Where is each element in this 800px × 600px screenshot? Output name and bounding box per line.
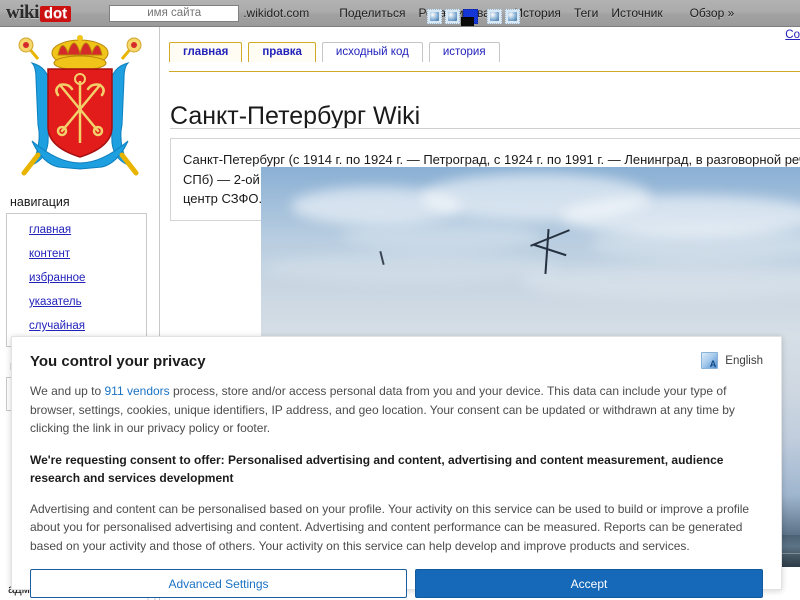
topnav-tags[interactable]: Теги bbox=[574, 6, 598, 20]
top-navigation: Поделиться Редактировать История Теги Ис… bbox=[339, 6, 735, 26]
tab-history[interactable]: история bbox=[428, 42, 500, 62]
sidebar-item-content[interactable]: контент bbox=[29, 244, 146, 262]
consent-actions: Advanced Settings Accept bbox=[30, 569, 763, 598]
sidebar-item-featured[interactable]: избранное bbox=[29, 268, 146, 286]
browser-viewport: wikidot .wikidot.com Поделиться Редактир… bbox=[0, 0, 800, 600]
wikidot-top-bar: wikidot .wikidot.com Поделиться Редактир… bbox=[0, 0, 800, 27]
translate-icon bbox=[701, 352, 719, 369]
consent-title: You control your privacy bbox=[30, 353, 206, 370]
broken-image-icon-1 bbox=[427, 9, 443, 24]
site-name-input[interactable] bbox=[109, 4, 240, 22]
topnav-explore[interactable]: Обзор » bbox=[690, 6, 735, 20]
domain-suffix-label: .wikidot.com bbox=[243, 6, 310, 20]
sidebar-link-featured[interactable]: избранное bbox=[29, 272, 85, 284]
privacy-consent-dialog: You control your privacy English We and … bbox=[11, 336, 782, 598]
vendors-link[interactable]: 911 vendors bbox=[105, 384, 170, 398]
tabs-underline bbox=[169, 71, 800, 72]
topnav-source[interactable]: Источник bbox=[611, 6, 662, 20]
broken-image-icon-6 bbox=[505, 9, 521, 24]
accept-button[interactable]: Accept bbox=[415, 569, 763, 598]
sidebar-link-content[interactable]: контент bbox=[29, 248, 70, 260]
consent-p1-pre: We and up to bbox=[30, 384, 105, 398]
sidebar-item-main[interactable]: главная bbox=[29, 220, 146, 238]
tab-source[interactable]: исходный код bbox=[321, 42, 423, 62]
language-selector[interactable]: English bbox=[701, 352, 763, 369]
consent-paragraph-1: We and up to 911 vendors process, store … bbox=[30, 382, 763, 438]
mast-arm-lower bbox=[533, 243, 567, 257]
coat-of-arms-image bbox=[18, 35, 141, 176]
broken-image-icon-5 bbox=[487, 9, 503, 24]
logo-wiki-text: wiki bbox=[6, 2, 39, 23]
sidebar-item-index[interactable]: указатель bbox=[29, 292, 146, 310]
page-tabs: главная правка исходный код история bbox=[169, 42, 500, 62]
topnav-share[interactable]: Поделиться bbox=[339, 6, 405, 20]
title-divider bbox=[170, 128, 800, 129]
tab-edit[interactable]: правка bbox=[248, 42, 316, 62]
sidebar-item-random[interactable]: случайная bbox=[29, 316, 146, 334]
sidebar-link-random[interactable]: случайная bbox=[29, 320, 85, 332]
consent-paragraph-2: We're requesting consent to offer: Perso… bbox=[30, 452, 724, 486]
wikidot-logo[interactable]: wiki dot bbox=[6, 2, 72, 24]
consent-header: You control your privacy English bbox=[30, 351, 763, 370]
logo-dot-badge: dot bbox=[39, 6, 72, 22]
advanced-settings-button[interactable]: Advanced Settings bbox=[30, 569, 407, 598]
consent-paragraph-3: Advertising and content can be personali… bbox=[30, 501, 750, 553]
language-label: English bbox=[725, 354, 763, 367]
sidebar-link-index[interactable]: указатель bbox=[29, 296, 82, 308]
page-title: Санкт-Петербург Wiki bbox=[170, 101, 421, 130]
sidebar-link-main[interactable]: главная bbox=[29, 224, 71, 236]
broken-image-icon-4 bbox=[461, 17, 475, 26]
sidebar-nav-heading: навигация bbox=[10, 195, 70, 209]
sidebar-nav-box: главная контент избранное указатель случ… bbox=[6, 213, 147, 347]
account-link[interactable]: Со bbox=[785, 29, 800, 41]
topnav-history[interactable]: История bbox=[514, 6, 561, 20]
tab-main[interactable]: главная bbox=[169, 42, 243, 62]
broken-image-icon-2 bbox=[445, 9, 461, 24]
